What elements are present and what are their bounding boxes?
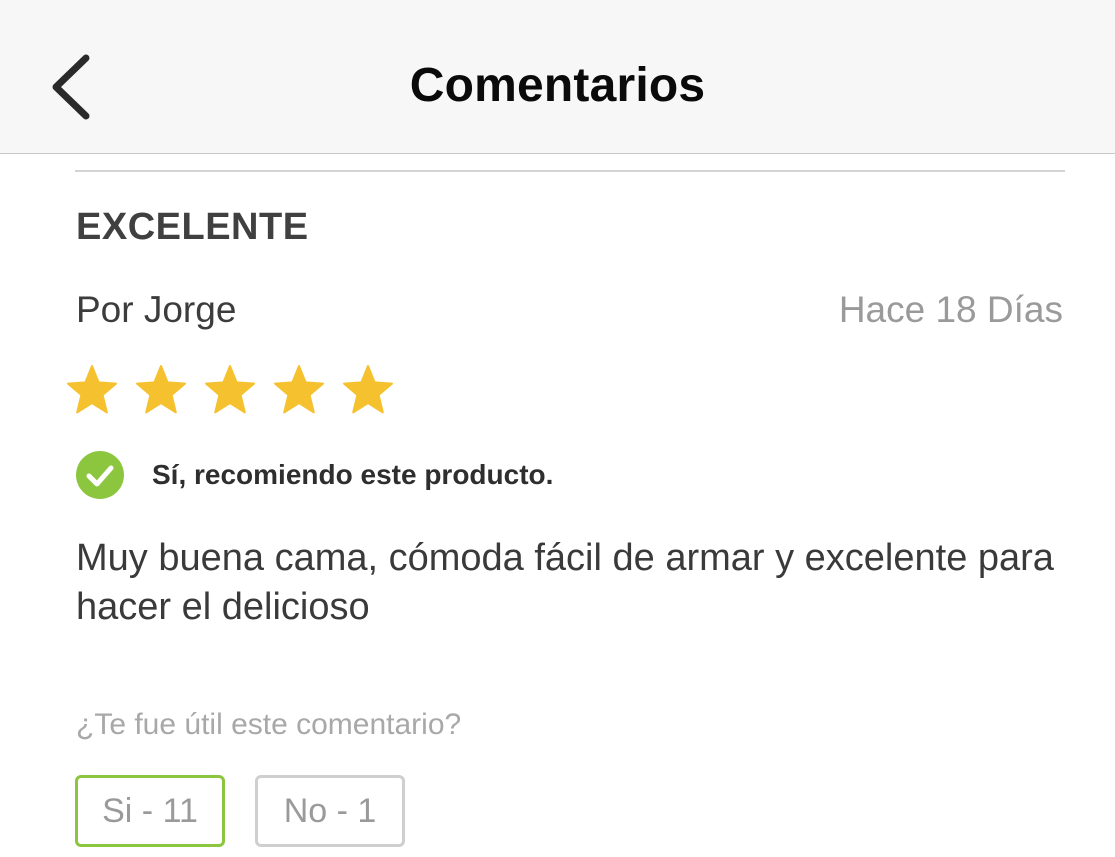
check-circle-icon (76, 451, 124, 499)
navigation-bar: Comentarios (0, 0, 1115, 154)
vote-yes-button[interactable]: Si - 11 (75, 775, 225, 847)
star-icon (274, 365, 324, 414)
star-icon (205, 365, 255, 414)
page-title: Comentarios (409, 59, 706, 112)
vote-no-button[interactable]: No - 1 (255, 775, 405, 847)
review-body: Muy buena cama, cómoda fácil de armar y … (76, 537, 1054, 628)
review-date: Hace 18 Días (838, 289, 1063, 330)
star-icon (67, 365, 117, 414)
star-icon (343, 365, 393, 414)
recommend-text: Sí, recomiendo este producto. (152, 459, 554, 490)
star-rating (66, 364, 394, 416)
recommend-row: Sí, recomiendo este producto. (76, 451, 553, 499)
divider (75, 170, 1065, 172)
star-icon (136, 365, 186, 414)
review-author: Por Jorge (76, 289, 237, 330)
review-title: EXCELENTE (76, 206, 309, 248)
helpful-question: ¿Te fue útil este comentario? (76, 708, 462, 741)
